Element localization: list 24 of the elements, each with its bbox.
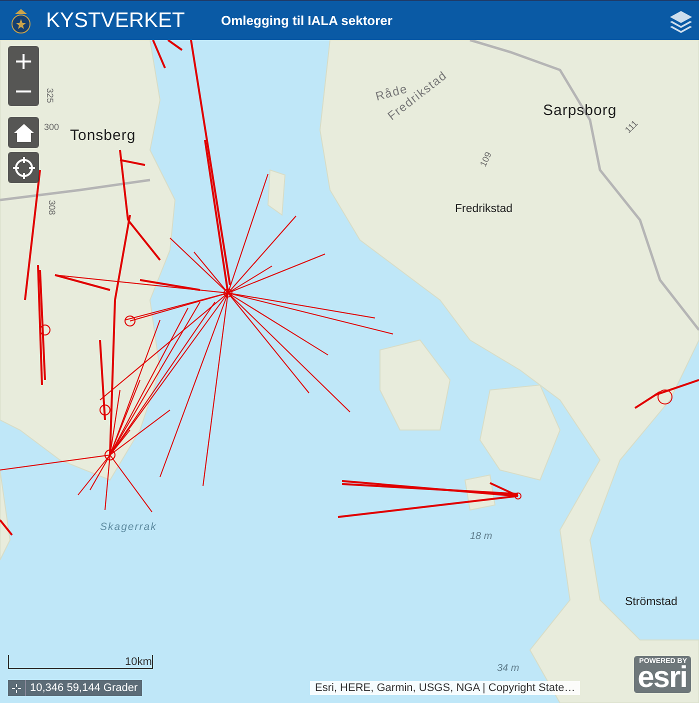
map-title: Omlegging til IALA sektorer — [221, 13, 394, 28]
place-label: Tonsberg — [70, 127, 136, 144]
zoom-in-button[interactable]: + — [8, 46, 39, 76]
road-number: 308 — [47, 200, 57, 216]
crosshair-icon — [12, 156, 34, 178]
road-number: 109 — [478, 150, 494, 168]
place-label: Strömstad — [625, 596, 678, 608]
depth-label: 34 m — [497, 663, 520, 674]
place-label: Fredrikstad — [455, 203, 513, 215]
depth-label: 18 m — [470, 531, 492, 542]
place-label: Skagerrak — [100, 521, 157, 533]
scale-label: 10km — [125, 656, 152, 668]
coordinate-text: 10,346 59,144 Grader — [30, 682, 138, 694]
home-icon — [14, 124, 34, 142]
app-title: KYSTVERKET — [46, 8, 186, 32]
road-number: 325 — [45, 88, 55, 104]
zoom-out-button[interactable]: − — [8, 76, 39, 106]
layers-icon[interactable] — [669, 8, 693, 32]
place-label: Sarpsborg — [543, 102, 617, 119]
attribution-text: Esri, HERE, Garmin, USGS, NGA | Copyright State… — [310, 681, 580, 695]
road-number: 300 — [44, 122, 60, 132]
road-number: 111 — [623, 118, 640, 136]
locate-button[interactable] — [8, 152, 39, 183]
home-button[interactable] — [8, 117, 39, 148]
